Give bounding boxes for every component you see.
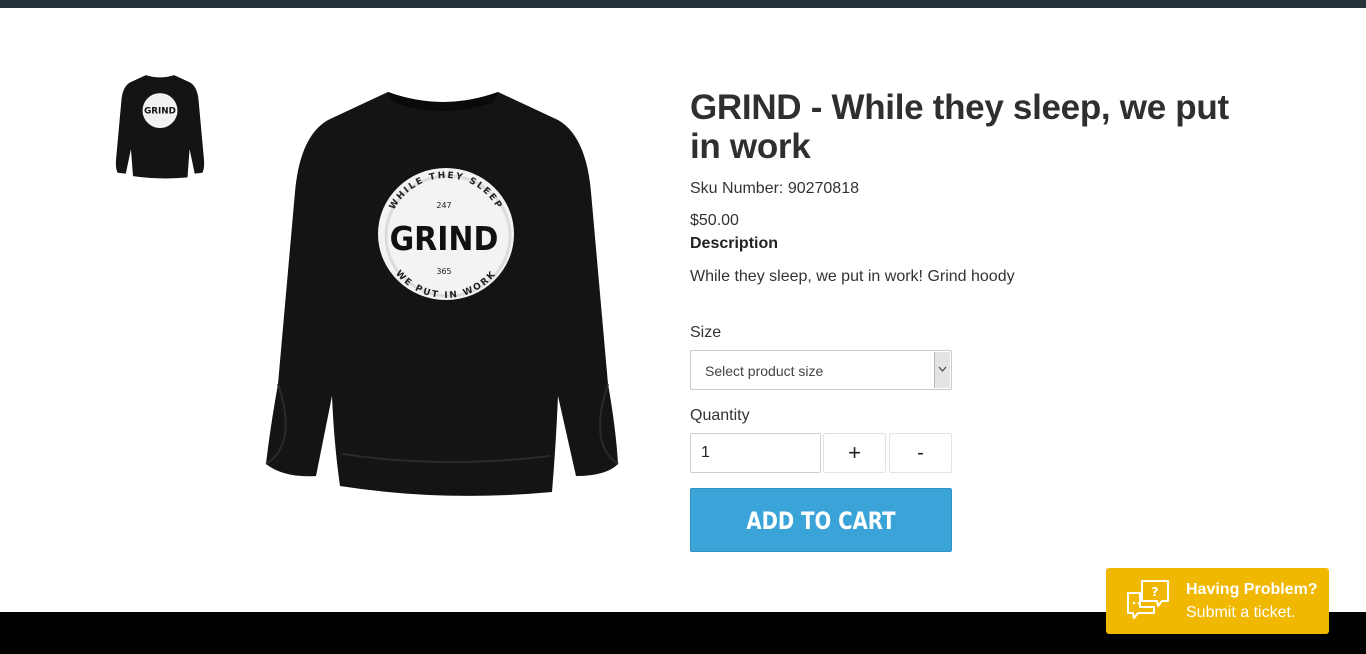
help-ticket-widget[interactable]: ? Having Problem? Submit a ticket. — [1106, 568, 1329, 634]
product-price: $50.00 — [690, 212, 739, 229]
help-title: Having Problem? — [1186, 581, 1318, 598]
svg-text:247: 247 — [436, 201, 451, 210]
help-subtitle: Submit a ticket. — [1186, 604, 1296, 621]
add-to-cart-label: ADD TO CART — [746, 507, 896, 535]
size-select[interactable]: Select product size — [690, 350, 952, 390]
svg-text:365: 365 — [436, 267, 451, 276]
quantity-minus-button[interactable]: - — [889, 433, 952, 473]
product-title: GRIND - While they sleep, we put in work — [690, 88, 1229, 166]
description-text: While they sleep, we put in work! Grind … — [690, 268, 1015, 285]
quantity-label: Quantity — [690, 407, 750, 424]
size-select-value: Select product size — [705, 363, 824, 379]
size-label: Size — [690, 324, 722, 341]
quantity-plus-button[interactable]: + — [823, 433, 886, 473]
svg-text:GRIND: GRIND — [144, 107, 176, 117]
quantity-input[interactable]: 1 — [690, 433, 821, 473]
svg-text:?: ? — [1152, 585, 1159, 599]
product-thumbnail[interactable]: GRIND — [112, 72, 208, 180]
sweatshirt-thumbnail-icon: GRIND — [115, 75, 205, 179]
chat-question-icon: ? — [1127, 580, 1169, 619]
product-main-image: WHILE THEY SLEEP WE PUT IN WORK 247 GRIN… — [258, 84, 628, 504]
sweatshirt-image-icon: WHILE THEY SLEEP WE PUT IN WORK 247 GRIN… — [265, 92, 619, 496]
sku-number: Sku Number: 90270818 — [690, 180, 859, 197]
add-to-cart-button[interactable]: ADD TO CART — [690, 488, 952, 552]
chevron-down-icon[interactable] — [934, 352, 950, 388]
product-info: GRIND - While they sleep, we put in work… — [690, 88, 1250, 552]
svg-text:GRIND: GRIND — [390, 221, 499, 259]
description-heading: Description — [690, 235, 779, 252]
top-bar — [0, 0, 1366, 8]
